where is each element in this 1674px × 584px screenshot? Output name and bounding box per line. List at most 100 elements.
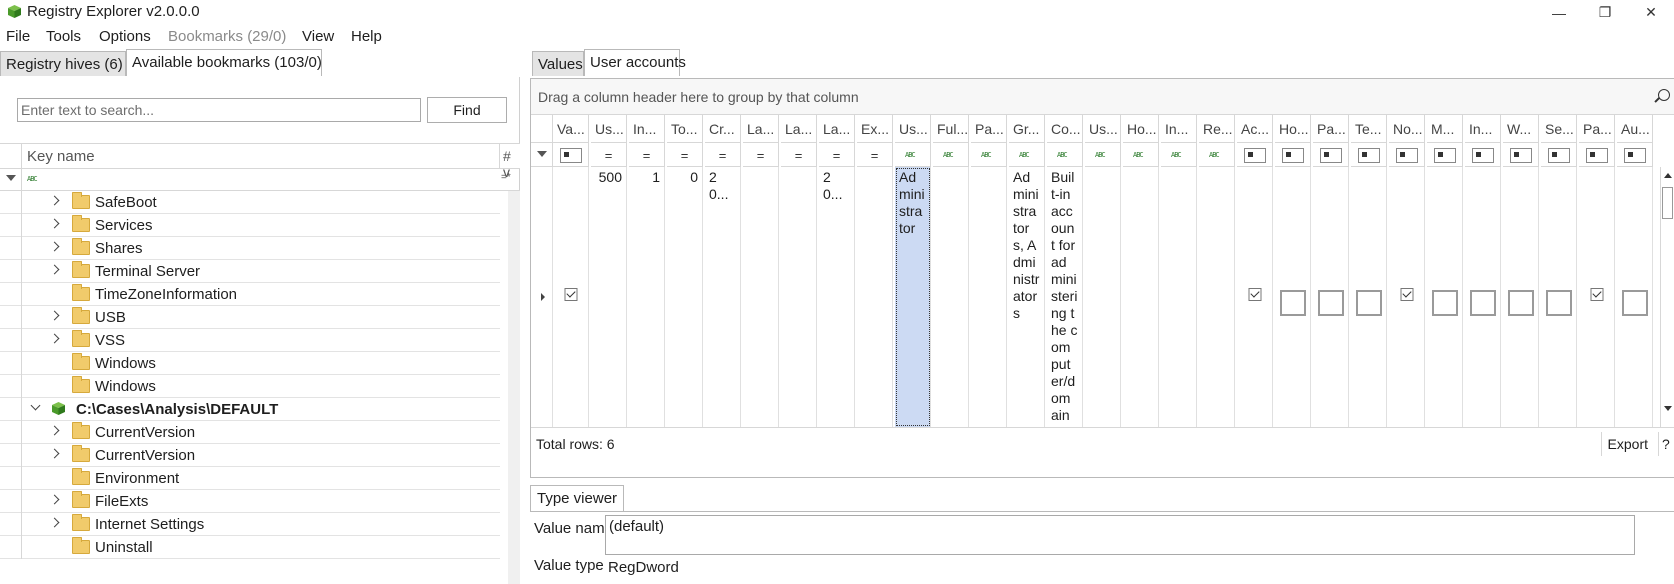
- grid-cell[interactable]: [1123, 167, 1159, 427]
- column-header[interactable]: Ex...: [857, 115, 893, 143]
- find-button[interactable]: Find: [427, 97, 507, 123]
- column-filter-cell[interactable]: =: [743, 143, 779, 167]
- grid-cell[interactable]: [1161, 167, 1197, 427]
- checkbox[interactable]: [1590, 288, 1603, 301]
- tree-row[interactable]: CurrentVersion: [0, 421, 500, 444]
- grid-cell[interactable]: [971, 167, 1007, 427]
- column-filter-cell[interactable]: ABC: [1123, 143, 1159, 167]
- grid-cell[interactable]: [1199, 167, 1235, 427]
- column-filter-cell[interactable]: [1617, 143, 1653, 167]
- column-filter-cell[interactable]: [553, 143, 589, 167]
- grid-cell[interactable]: [1275, 167, 1311, 427]
- tree-row[interactable]: Windows: [0, 352, 500, 375]
- key-name-column-header[interactable]: Key name: [27, 148, 95, 165]
- menu-options[interactable]: Options: [99, 28, 151, 45]
- column-header[interactable]: Ho...: [1275, 115, 1311, 143]
- checkbox-filter-icon[interactable]: [1585, 148, 1608, 163]
- equals-filter-icon[interactable]: =: [871, 148, 879, 163]
- column-filter-cell[interactable]: ABC: [1047, 143, 1083, 167]
- row-indicator-cell[interactable]: [531, 167, 553, 427]
- expand-icon[interactable]: [49, 494, 60, 505]
- grid-cell[interactable]: [1541, 167, 1577, 427]
- grid-cell[interactable]: 0: [667, 167, 703, 427]
- column-header[interactable]: To...: [667, 115, 703, 143]
- tree-row[interactable]: Environment: [0, 467, 500, 490]
- tree-row[interactable]: Services: [0, 214, 500, 237]
- column-header[interactable]: Te...: [1351, 115, 1387, 143]
- checkbox[interactable]: [1248, 288, 1261, 301]
- checkbox-filter-icon[interactable]: [1471, 148, 1494, 163]
- menu-file[interactable]: File: [6, 28, 30, 45]
- search-input[interactable]: Enter text to search...: [17, 98, 421, 122]
- column-header[interactable]: Co...: [1047, 115, 1083, 143]
- collapse-icon[interactable]: [30, 400, 41, 411]
- column-filter-cell[interactable]: [1465, 143, 1501, 167]
- text-filter-icon[interactable]: ABC: [1171, 150, 1185, 160]
- column-header[interactable]: In...: [629, 115, 665, 143]
- column-filter-cell[interactable]: ABC: [933, 143, 969, 167]
- tree-row[interactable]: Terminal Server: [0, 260, 500, 283]
- expand-icon[interactable]: [49, 333, 60, 344]
- checkbox-filter-icon[interactable]: [1319, 148, 1342, 163]
- value-name-field[interactable]: (default): [605, 515, 1635, 555]
- grid-cell[interactable]: [781, 167, 817, 427]
- expand-icon[interactable]: [49, 218, 60, 229]
- column-filter-cell[interactable]: =: [667, 143, 703, 167]
- checkbox-filter-icon[interactable]: [1433, 148, 1456, 163]
- text-filter-icon[interactable]: ABC: [1133, 150, 1147, 160]
- column-filter-cell[interactable]: [1503, 143, 1539, 167]
- tree-row[interactable]: Windows: [0, 375, 500, 398]
- column-filter-cell[interactable]: ABC: [971, 143, 1007, 167]
- tab-user-accounts[interactable]: User accounts: [584, 49, 686, 76]
- column-filter-cell[interactable]: [1351, 143, 1387, 167]
- equals-filter-icon[interactable]: =: [795, 148, 803, 163]
- grid-cell[interactable]: 20...: [819, 167, 855, 427]
- column-filter-cell[interactable]: [1237, 143, 1273, 167]
- column-filter-cell[interactable]: ABC: [1085, 143, 1121, 167]
- expand-icon[interactable]: [49, 264, 60, 275]
- column-header[interactable]: W...: [1503, 115, 1539, 143]
- checkbox-filter-icon[interactable]: [1281, 148, 1304, 163]
- checkbox-filter-icon[interactable]: [1243, 148, 1266, 163]
- equals-filter-icon[interactable]: =: [605, 148, 613, 163]
- group-panel[interactable]: Drag a column header here to group by th…: [531, 79, 1674, 115]
- column-header[interactable]: M...: [1427, 115, 1463, 143]
- text-filter-icon[interactable]: ABC: [905, 150, 919, 160]
- column-header[interactable]: No...: [1389, 115, 1425, 143]
- checkbox-filter-icon[interactable]: [1623, 148, 1646, 163]
- checkbox[interactable]: [564, 288, 577, 301]
- column-header[interactable]: Re...: [1199, 115, 1235, 143]
- column-header[interactable]: La...: [819, 115, 855, 143]
- help-button[interactable]: ?: [1658, 432, 1674, 456]
- grid-cell[interactable]: [933, 167, 969, 427]
- tree-row[interactable]: CurrentVersion: [0, 444, 500, 467]
- close-button[interactable]: ✕: [1628, 0, 1674, 25]
- column-filter-cell[interactable]: =: [819, 143, 855, 167]
- column-header[interactable]: Cr...: [705, 115, 741, 143]
- equals-filter-icon[interactable]: =: [757, 148, 765, 163]
- column-header[interactable]: La...: [781, 115, 817, 143]
- checkbox-filter-icon[interactable]: [1395, 148, 1418, 163]
- column-filter-cell[interactable]: ABC: [895, 143, 931, 167]
- expand-icon[interactable]: [49, 310, 60, 321]
- grid-cell[interactable]: [1617, 167, 1653, 427]
- equals-filter-icon[interactable]: =*: [501, 172, 511, 183]
- grid-cell[interactable]: [1465, 167, 1501, 427]
- column-header[interactable]: Va...: [553, 115, 589, 143]
- column-header[interactable]: Pa...: [1579, 115, 1615, 143]
- grid-cell[interactable]: [1351, 167, 1387, 427]
- tree-row[interactable]: USB: [0, 306, 500, 329]
- grid-cell[interactable]: [1503, 167, 1539, 427]
- column-header[interactable]: Se...: [1541, 115, 1577, 143]
- equals-filter-icon[interactable]: =: [643, 148, 651, 163]
- grid-cell[interactable]: [1427, 167, 1463, 427]
- grid-vertical-scrollbar[interactable]: [1660, 167, 1674, 427]
- column-filter-cell[interactable]: =: [591, 143, 627, 167]
- column-header[interactable]: Gr...: [1009, 115, 1045, 143]
- tree-row[interactable]: Uninstall: [0, 536, 500, 559]
- column-filter-cell[interactable]: =: [629, 143, 665, 167]
- column-filter-cell[interactable]: [1541, 143, 1577, 167]
- checkbox-filter-icon[interactable]: [559, 148, 582, 163]
- menu-tools[interactable]: Tools: [46, 28, 81, 45]
- grid-cell[interactable]: 20...: [705, 167, 741, 427]
